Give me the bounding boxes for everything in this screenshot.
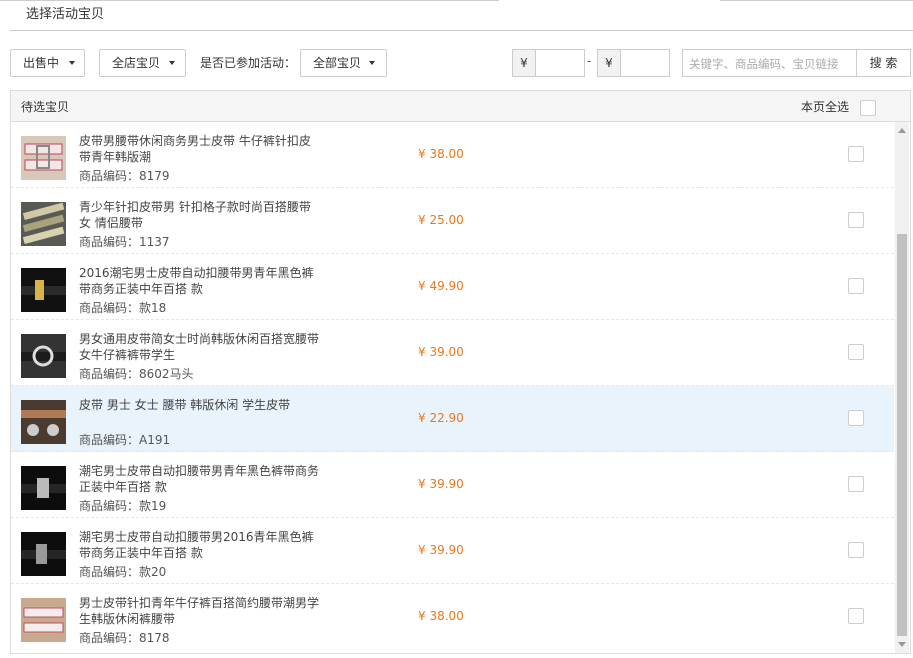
product-code: 商品编码：款19 — [79, 499, 167, 513]
product-name: 男士皮带针扣青年牛仔裤百搭简约腰带潮男学生韩版休闲裤腰带 — [79, 596, 320, 626]
product-thumbnail — [21, 334, 66, 378]
scope-dropdown[interactable]: 全店宝贝 — [99, 49, 186, 77]
product-name: 皮带男腰带休闲商务男士皮带 牛仔裤针扣皮带青年韩版潮 — [79, 134, 311, 164]
product-code: 商品编码：款18 — [79, 301, 167, 315]
product-name: 2016潮宅男士皮带自动扣腰带男青年黑色裤带商务正装中年百搭 款 — [79, 266, 314, 296]
panel-title: 待选宝贝 — [21, 100, 70, 114]
chevron-down-icon — [169, 61, 175, 65]
status-dropdown[interactable]: 出售中 — [10, 49, 85, 77]
tab-divider — [720, 0, 913, 1]
product-row[interactable]: 男士皮带针扣青年牛仔裤百搭简约腰带潮男学生韩版休闲裤腰带 商品编码：8178 ¥… — [11, 584, 894, 649]
product-name: 潮宅男士皮带自动扣腰带男青年黑色裤带商务正装中年百搭 款 — [79, 464, 320, 494]
scope-dropdown-label: 全店宝贝 — [112, 56, 161, 70]
product-code: 商品编码：8179 — [79, 169, 170, 183]
status-dropdown-label: 出售中 — [23, 56, 60, 70]
product-checkbox[interactable] — [848, 608, 864, 624]
product-checkbox[interactable] — [848, 212, 864, 228]
range-dash: - — [587, 54, 592, 68]
currency-icon: ¥ — [597, 49, 621, 77]
product-price: ¥ 22.90 — [418, 411, 464, 425]
filter-bar: 出售中 全店宝贝 是否已参加活动： 全部宝贝 ¥ - ¥ 关键字、商品编码、宝贝… — [0, 49, 913, 77]
chevron-down-icon — [69, 61, 75, 65]
product-checkbox[interactable] — [848, 410, 864, 426]
candidate-items-panel: 待选宝贝 本页全选 皮带男腰带休闲商务男士皮带 牛仔裤针扣皮带青年韩版潮 商品编… — [10, 90, 911, 654]
product-name: 男女通用皮带简女士时尚韩版休闲百搭宽腰带女牛仔裤裤带学生 — [79, 332, 320, 362]
product-thumbnail — [21, 466, 66, 510]
tab-bar: 选择活动宝贝 — [0, 0, 913, 31]
chevron-down-icon — [369, 61, 375, 65]
panel-header: 待选宝贝 本页全选 — [11, 91, 910, 122]
product-price: ¥ 39.90 — [418, 543, 464, 557]
product-checkbox[interactable] — [848, 476, 864, 492]
product-price: ¥ 38.00 — [418, 609, 464, 623]
product-name: 皮带 男士 女士 腰带 韩版休闲 学生皮带 — [79, 398, 291, 412]
product-price: ¥ 39.90 — [418, 477, 464, 491]
tab-underline — [10, 30, 913, 31]
product-code: 商品编码：8602马头 — [79, 367, 194, 381]
list-scrollbar[interactable] — [895, 122, 909, 653]
product-checkbox[interactable] — [848, 146, 864, 162]
product-row[interactable]: 男女通用皮带简女士时尚韩版休闲百搭宽腰带女牛仔裤裤带学生 商品编码：8602马头… — [11, 320, 894, 386]
min-price-input[interactable] — [536, 49, 585, 77]
activity-filter-label: 是否已参加活动： — [200, 56, 297, 70]
product-row[interactable]: 青少年针扣皮带男 针扣格子款时尚百搭腰带女 情侣腰带 商品编码：1137 ¥ 2… — [11, 188, 894, 254]
select-page-all-checkbox[interactable] — [860, 100, 876, 116]
product-checkbox[interactable] — [848, 344, 864, 360]
product-code: 商品编码：8178 — [79, 631, 170, 645]
product-thumbnail — [21, 532, 66, 576]
scroll-up-arrow-icon[interactable] — [898, 128, 906, 133]
product-price: ¥ 49.90 — [418, 279, 464, 293]
product-name: 青少年针扣皮带男 针扣格子款时尚百搭腰带女 情侣腰带 — [79, 200, 311, 230]
product-price: ¥ 39.00 — [418, 345, 464, 359]
product-row[interactable]: 皮带男腰带休闲商务男士皮带 牛仔裤针扣皮带青年韩版潮 商品编码：8179 ¥ 3… — [11, 122, 894, 188]
product-row[interactable]: 皮带 男士 女士 腰带 韩版休闲 学生皮带 商品编码：A191 ¥ 22.90 — [11, 386, 894, 452]
product-code: 商品编码：款20 — [79, 565, 167, 579]
product-price: ¥ 25.00 — [418, 213, 464, 227]
search-placeholder: 关键字、商品编码、宝贝链接 — [689, 57, 839, 71]
product-row[interactable]: 潮宅男士皮带自动扣腰带男2016青年黑色裤带商务正装中年百搭 款 商品编码：款2… — [11, 518, 894, 584]
product-price: ¥ 38.00 — [418, 147, 464, 161]
tab-select-items[interactable]: 选择活动宝贝 — [0, 0, 499, 31]
product-thumbnail — [21, 598, 66, 642]
product-row[interactable]: 潮宅男士皮带自动扣腰带男青年黑色裤带商务正装中年百搭 款 商品编码：款19 ¥ … — [11, 452, 894, 518]
product-thumbnail — [21, 136, 66, 180]
product-thumbnail — [21, 268, 66, 312]
search-input[interactable]: 关键字、商品编码、宝贝链接 — [682, 49, 858, 77]
product-code: 商品编码：A191 — [79, 433, 171, 447]
activity-dropdown[interactable]: 全部宝贝 — [300, 49, 387, 77]
tab-label: 选择活动宝贝 — [26, 7, 105, 22]
max-price-input[interactable] — [621, 49, 670, 77]
product-row[interactable]: 2016潮宅男士皮带自动扣腰带男青年黑色裤带商务正装中年百搭 款 商品编码：款1… — [11, 254, 894, 320]
product-thumbnail — [21, 202, 66, 246]
scroll-down-arrow-icon[interactable] — [898, 642, 906, 647]
select-page-all-label: 本页全选 — [800, 100, 849, 114]
scrollbar-thumb[interactable] — [897, 234, 907, 636]
product-checkbox[interactable] — [848, 542, 864, 558]
product-code: 商品编码：1137 — [79, 235, 170, 249]
product-checkbox[interactable] — [848, 278, 864, 294]
activity-dropdown-label: 全部宝贝 — [313, 56, 362, 70]
currency-icon: ¥ — [512, 49, 536, 77]
search-button[interactable]: 搜 索 — [856, 49, 911, 77]
product-thumbnail — [21, 400, 66, 444]
product-name: 潮宅男士皮带自动扣腰带男2016青年黑色裤带商务正装中年百搭 款 — [79, 530, 314, 560]
